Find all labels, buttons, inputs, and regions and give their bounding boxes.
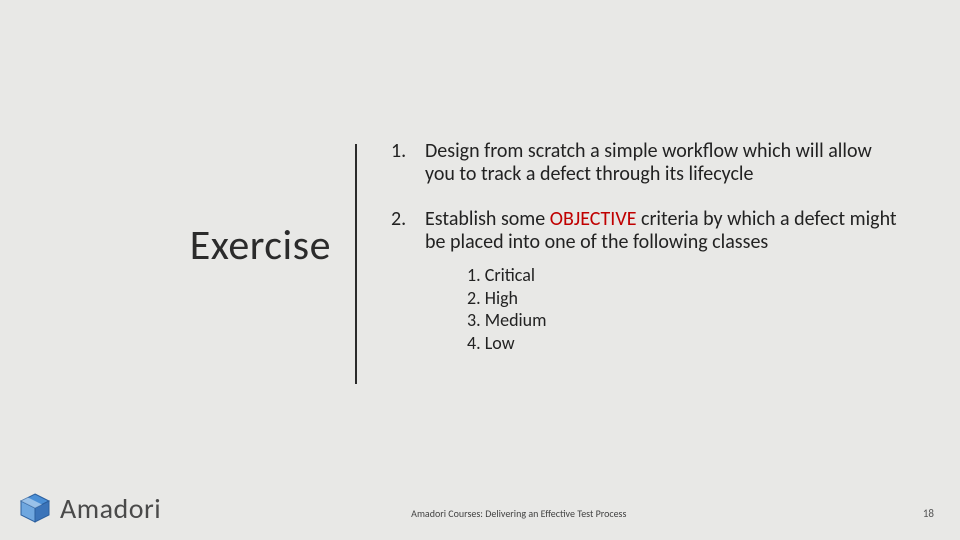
list-text: Establish some OBJECTIVE criteria by whi…: [425, 208, 900, 354]
sublist-item: 2. High: [467, 287, 900, 310]
body-column: 1. Design from scratch a simple workflow…: [357, 140, 960, 376]
page-number: 18: [923, 507, 934, 526]
slide: Exercise 1. Design from scratch a simple…: [0, 0, 960, 540]
footer: Amadori Amadori Courses: Delivering an E…: [0, 491, 960, 526]
text-pre: Establish some: [425, 207, 550, 231]
sublist-item: 1. Critical: [467, 264, 900, 287]
brand-logo: Amadori: [18, 491, 161, 526]
content-area: Exercise 1. Design from scratch a simple…: [0, 140, 960, 384]
sublist-item: 4. Low: [467, 332, 900, 355]
list-item-2: 2. Establish some OBJECTIVE criteria by …: [385, 208, 900, 354]
title-column: Exercise: [0, 140, 355, 271]
list-text: Design from scratch a simple workflow wh…: [425, 140, 900, 186]
slide-title: Exercise: [0, 220, 331, 271]
text-highlight: OBJECTIVE: [550, 207, 637, 231]
list-number: 2.: [385, 208, 425, 354]
sublist: 1. Critical 2. High 3. Medium 4. Low: [467, 264, 900, 354]
list-item-1: 1. Design from scratch a simple workflow…: [385, 140, 900, 186]
logo-icon: [18, 492, 54, 526]
footer-course: Amadori Courses: Delivering an Effective…: [161, 507, 923, 526]
list-number: 1.: [385, 140, 425, 186]
sublist-item: 3. Medium: [467, 309, 900, 332]
brand-name: Amadori: [60, 491, 161, 526]
